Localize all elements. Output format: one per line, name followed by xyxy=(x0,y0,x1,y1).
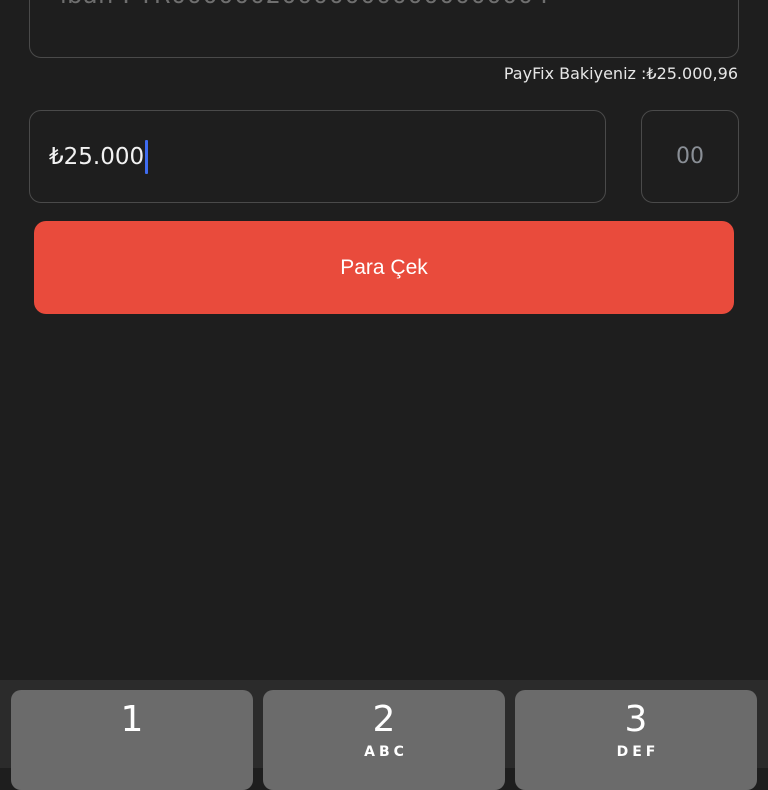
key-letters: ABC xyxy=(364,744,408,760)
key-3[interactable]: 3 DEF xyxy=(515,690,757,790)
iban-field[interactable]: iban : TR000000200000000000000004 xyxy=(29,0,739,58)
amount-input[interactable]: ₺25.000 xyxy=(29,110,606,203)
key-digit: 1 xyxy=(120,699,144,740)
payfix-balance: PayFix Bakiyeniz :₺25.000,96 xyxy=(503,64,738,83)
iban-value: iban : TR000000200000000000000004 xyxy=(60,0,549,9)
key-1[interactable]: 1 xyxy=(11,690,253,790)
text-caret xyxy=(145,139,149,174)
numeric-keyboard: 1 2 ABC 3 DEF xyxy=(0,680,768,790)
key-digit: 3 xyxy=(624,699,648,740)
key-digit: 2 xyxy=(372,699,396,740)
key-letters: DEF xyxy=(616,744,660,760)
cents-input[interactable]: 00 xyxy=(641,110,739,203)
amount-value: ₺25.000 xyxy=(49,143,145,170)
withdraw-button[interactable]: Para Çek xyxy=(34,221,734,314)
key-2[interactable]: 2 ABC xyxy=(263,690,505,790)
cents-value: 00 xyxy=(676,144,704,169)
